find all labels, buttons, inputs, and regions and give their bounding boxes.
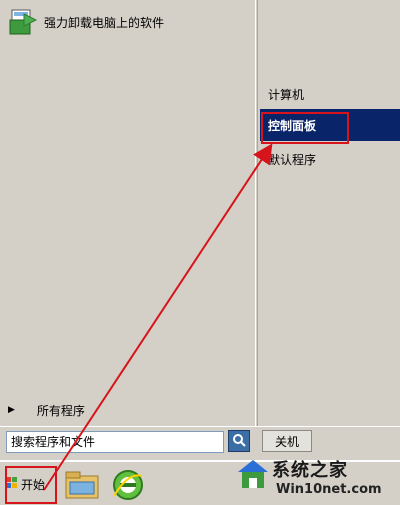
triangle-right-icon: ▶ <box>8 405 15 415</box>
search-input[interactable]: 搜索程序和文件 <box>6 431 224 453</box>
menu-item-control-panel-label: 控制面板 <box>268 118 317 133</box>
search-icon <box>232 433 246 450</box>
start-menu-left-pane: 强力卸载电脑上的软件 ▶ 所有程序 <box>0 0 256 426</box>
start-button[interactable]: 开始 <box>2 470 56 498</box>
windows-logo-icon <box>6 476 18 492</box>
pinned-program-label: 强力卸载电脑上的软件 <box>44 15 165 30</box>
start-button-label: 开始 <box>21 477 46 492</box>
menu-item-computer[interactable]: 计算机 <box>260 80 400 108</box>
taskbar-explorer-button[interactable] <box>64 468 100 502</box>
house-logo-icon <box>236 458 270 495</box>
menu-item-default-programs[interactable]: 默认程序 <box>260 145 400 173</box>
menu-item-computer-label: 计算机 <box>268 87 305 102</box>
pinned-program-item[interactable]: 强力卸载电脑上的软件 <box>8 8 248 36</box>
watermark-title: 系统之家 <box>272 460 348 481</box>
folder-icon <box>64 471 100 505</box>
menu-item-control-panel[interactable]: 控制面板 <box>260 109 400 141</box>
start-menu-right-pane: 计算机 控制面板 默认程序 <box>257 0 400 426</box>
uninstall-software-icon <box>8 8 38 36</box>
internet-explorer-icon <box>110 470 146 505</box>
menu-item-default-programs-label: 默认程序 <box>268 152 317 167</box>
all-programs-label: 所有程序 <box>36 403 85 418</box>
all-programs-item[interactable]: ▶ 所有程序 <box>8 400 248 420</box>
taskbar-ie-button[interactable] <box>110 468 146 502</box>
watermark-url: Win10net.com <box>276 482 382 497</box>
site-watermark: 系统之家 Win10net.com <box>232 448 400 505</box>
